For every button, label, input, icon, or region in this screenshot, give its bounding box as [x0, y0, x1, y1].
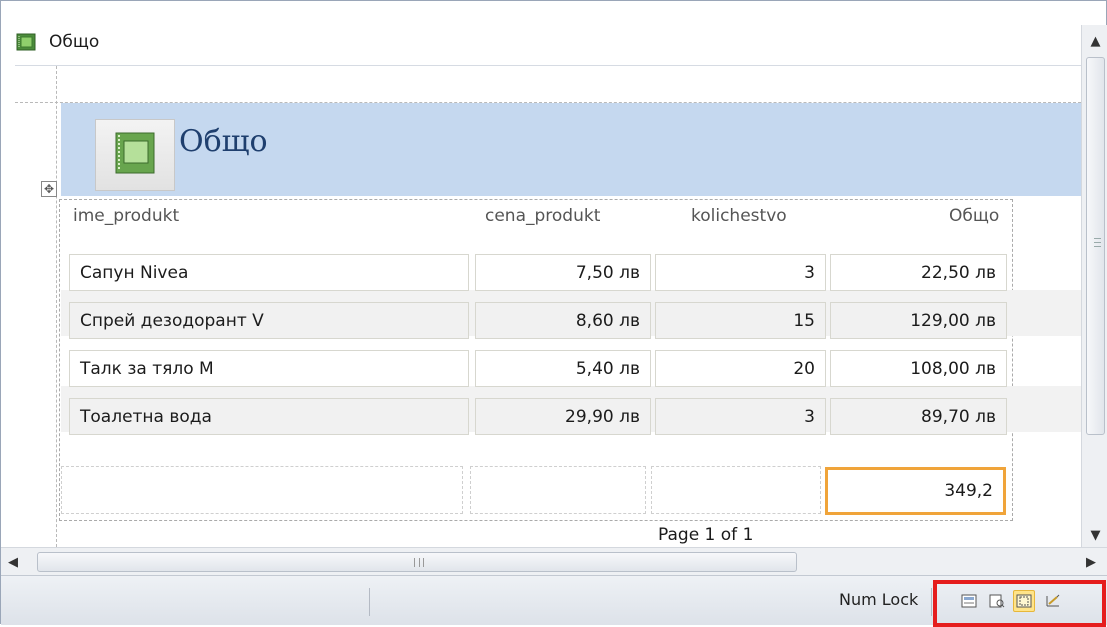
print-preview-icon[interactable]	[986, 590, 1008, 612]
report-canvas: Общо ✥ ime_produkt cena_produkt koliches…	[15, 66, 1081, 547]
vertical-scrollbar[interactable]: ▲ ▼	[1081, 25, 1107, 547]
table-cell-ime-produkt[interactable]: Тоалетна вода	[69, 398, 469, 435]
layout-view-icon[interactable]	[1013, 590, 1035, 612]
empty-total-placeholder[interactable]	[651, 466, 821, 514]
table-cell-ime-produkt[interactable]: Сапун Nivea	[69, 254, 469, 291]
table-cell-obshto[interactable]: 129,00 лв	[830, 302, 1007, 339]
column-header-ime-produkt[interactable]: ime_produkt	[73, 206, 179, 226]
empty-total-placeholder[interactable]	[61, 466, 463, 514]
scroll-up-icon[interactable]: ▲	[1085, 31, 1106, 52]
table-cell-kolichestvo[interactable]: 3	[655, 398, 826, 435]
scroll-down-icon[interactable]: ▼	[1085, 525, 1106, 546]
horizontal-scrollbar[interactable]: ◀ ▶	[1, 547, 1107, 575]
report-view-icon[interactable]	[958, 590, 980, 612]
table-cell-cena-produkt[interactable]: 8,60 лв	[475, 302, 651, 339]
report-logo-icon	[112, 131, 158, 179]
empty-total-placeholder[interactable]	[470, 466, 646, 514]
table-cell-kolichestvo[interactable]: 15	[655, 302, 826, 339]
num-lock-indicator: Num Lock	[839, 590, 919, 609]
scroll-left-icon[interactable]: ◀	[3, 552, 23, 572]
table-cell-kolichestvo[interactable]: 3	[655, 254, 826, 291]
table-cell-cena-produkt[interactable]: 29,90 лв	[475, 398, 651, 435]
selected-total-field[interactable]: 349,2	[825, 467, 1006, 515]
status-separator	[931, 588, 932, 616]
table-cell-ime-produkt[interactable]: Спрей дезодорант V	[69, 302, 469, 339]
page-number-footer: Page 1 of 1	[658, 525, 754, 545]
status-separator	[369, 588, 370, 616]
table-cell-ime-produkt[interactable]: Талк за тяло М	[69, 350, 469, 387]
horizontal-scroll-thumb[interactable]	[37, 552, 797, 572]
report-title[interactable]: Общо	[179, 124, 268, 159]
table-cell-kolichestvo[interactable]: 20	[655, 350, 826, 387]
design-view-icon[interactable]	[1042, 590, 1064, 612]
vertical-scroll-thumb[interactable]	[1086, 57, 1105, 435]
column-header-cena-produkt[interactable]: cena_produkt	[485, 206, 600, 226]
access-report-window: Общо Общо ✥ ime_produkt cena_produkt kol…	[0, 0, 1107, 627]
column-header-obshto[interactable]: Общо	[949, 206, 999, 226]
report-logo[interactable]	[95, 119, 175, 191]
document-tab[interactable]: Общо	[15, 24, 1077, 60]
table-cell-obshto[interactable]: 108,00 лв	[830, 350, 1007, 387]
table-cell-obshto[interactable]: 89,70 лв	[830, 398, 1007, 435]
report-icon	[15, 32, 37, 52]
layout-move-handle[interactable]: ✥	[41, 181, 57, 197]
scroll-right-icon[interactable]: ▶	[1081, 552, 1101, 572]
table-cell-obshto[interactable]: 22,50 лв	[830, 254, 1007, 291]
status-bar: Num Lock	[1, 575, 1107, 627]
column-header-kolichestvo[interactable]: kolichestvo	[691, 206, 787, 226]
table-cell-cena-produkt[interactable]: 5,40 лв	[475, 350, 651, 387]
margin-guide-left	[56, 66, 57, 547]
table-cell-cena-produkt[interactable]: 7,50 лв	[475, 254, 651, 291]
document-tab-title: Общо	[49, 32, 100, 52]
